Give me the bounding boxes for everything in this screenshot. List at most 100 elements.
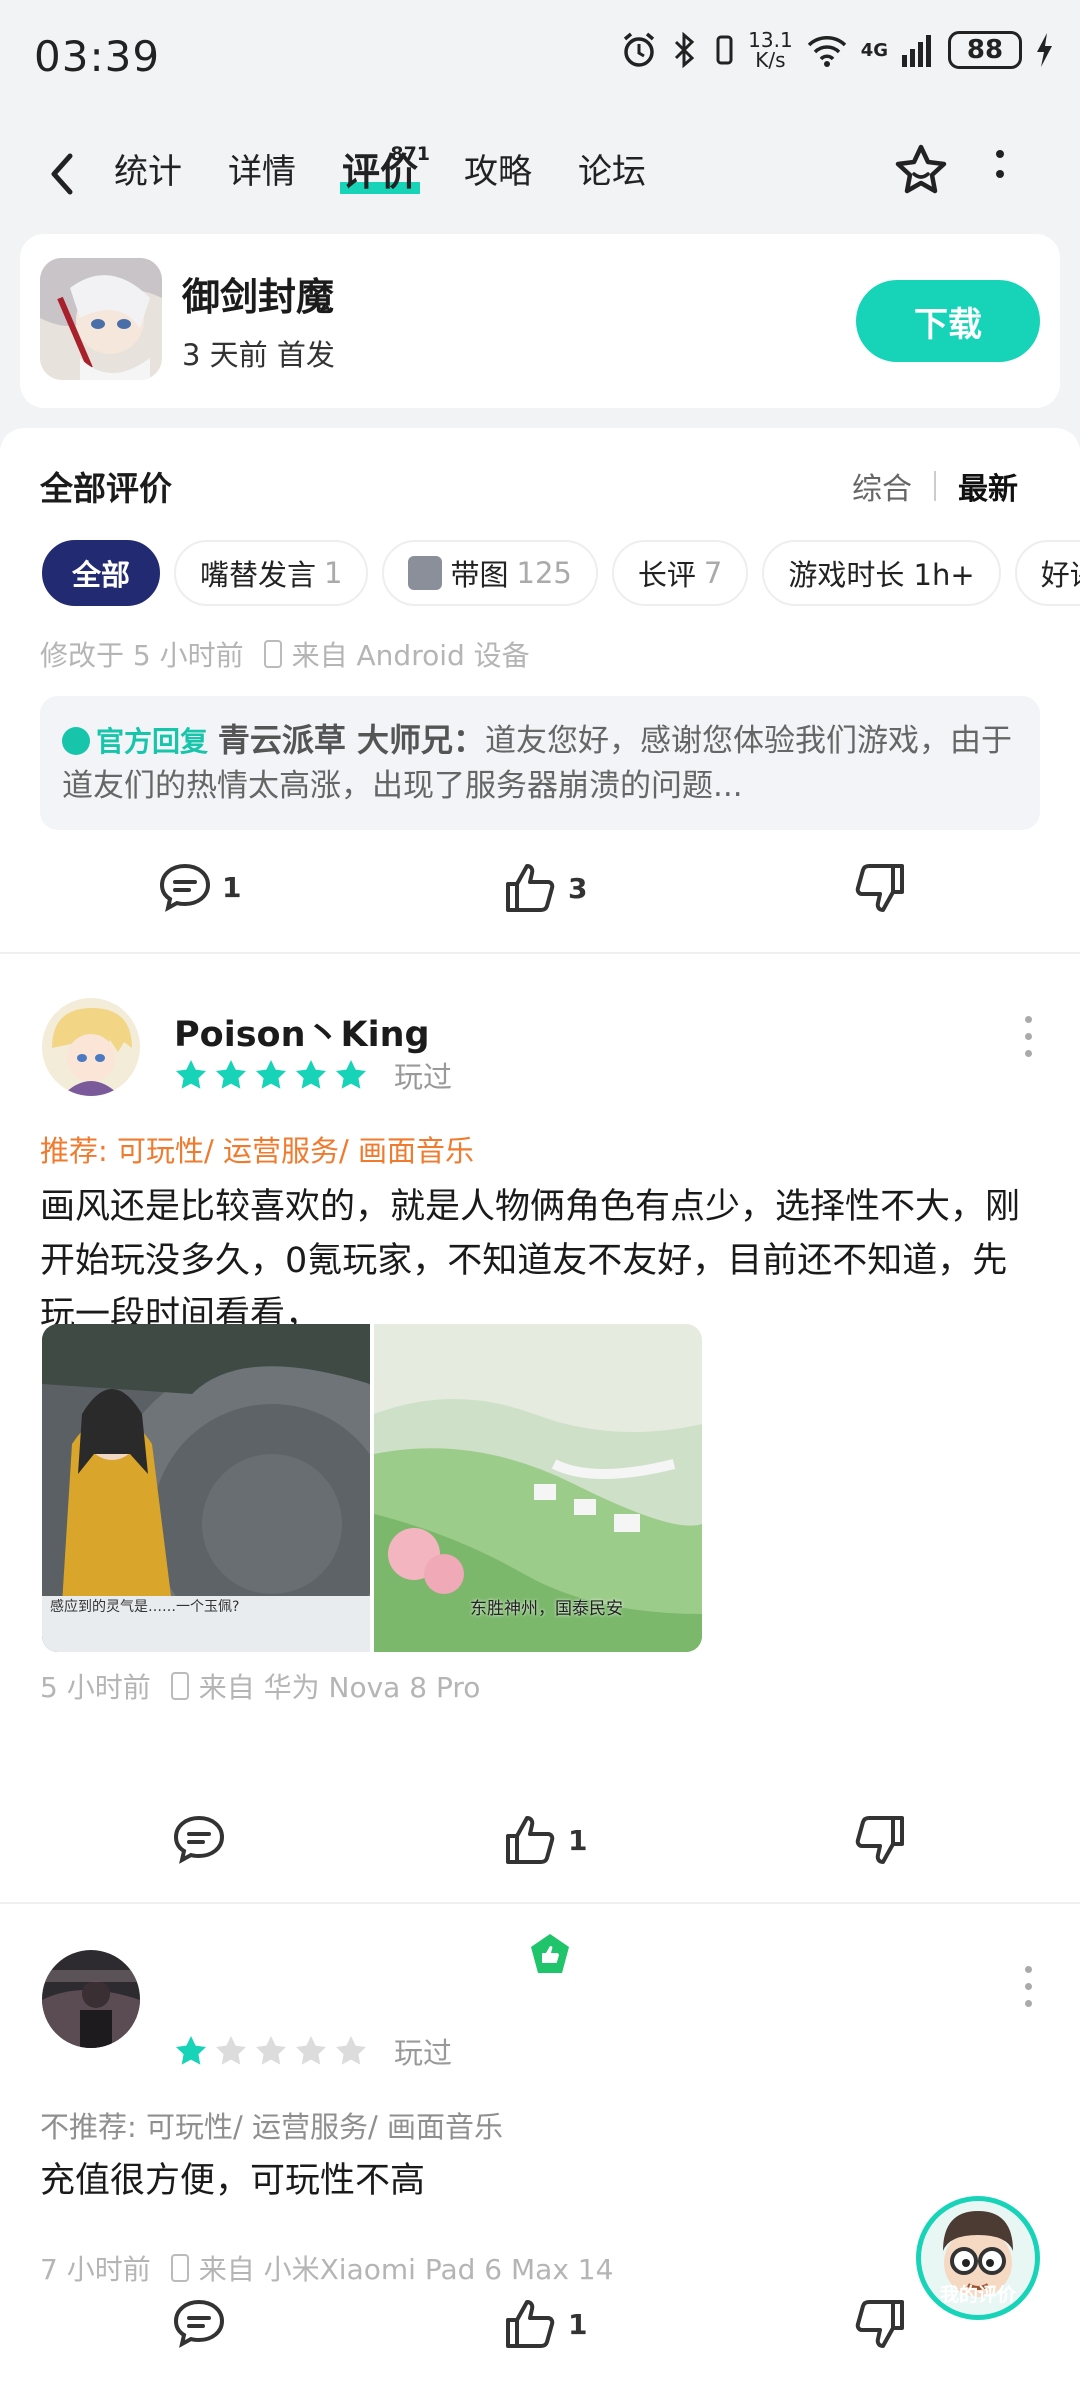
comment-icon — [173, 2299, 225, 2348]
review-images: 感应到的灵气是……一个玉佩? 东胜神州，国泰民安 — [42, 1324, 702, 1652]
dislike-button[interactable] — [852, 2298, 906, 2350]
back-arrow-icon[interactable] — [48, 152, 78, 196]
review-device: 来自 小米Xiaomi Pad 6 Max 14 — [198, 2253, 614, 2286]
star-rating: 玩过 — [174, 1054, 452, 1096]
like-button[interactable]: 1 — [504, 2298, 587, 2350]
recommended-badge-icon — [531, 1934, 569, 1973]
thumbs-down-icon — [855, 1816, 904, 1864]
sort-comprehensive[interactable]: 综合 — [852, 464, 912, 508]
review-meta: 7 小时前 来自 小米Xiaomi Pad 6 Max 14 — [40, 2248, 613, 2288]
filter-playtime[interactable]: 游戏时长 1h+ — [762, 540, 1001, 606]
device-icon — [170, 2254, 189, 2282]
filter-with-images[interactable]: 带图 125 — [382, 540, 598, 606]
review-actions: 1 — [0, 1814, 1080, 1894]
review-modified-time: 修改于 5 小时前 — [40, 639, 244, 672]
official-reply[interactable]: 官方回复 青云派草 大师兄：道友您好，感谢您体验我们游戏，由于道友们的热情太高涨… — [40, 696, 1040, 830]
thumbs-up-icon — [506, 2300, 555, 2348]
star-filled-icon — [176, 1060, 206, 1089]
sort-options: 综合 最新 — [852, 464, 1018, 508]
filter-chips: 全部 嘴替发言1 带图125 长评7 游戏时长 1h+ 好评 — [42, 540, 1080, 606]
favorite-star-icon[interactable] — [892, 142, 950, 200]
more-options-icon[interactable] — [996, 150, 1004, 178]
my-review-label: 我的评价 — [939, 2284, 1016, 2306]
device-icon — [263, 640, 282, 668]
network-type: 4G — [860, 39, 888, 61]
tab-forum[interactable]: 论坛 — [578, 148, 646, 196]
review-device: 来自 华为 Nova 8 Pro — [198, 1671, 481, 1704]
download-button[interactable]: 下载 — [856, 280, 1040, 362]
network-speed: 13.1 K/s — [748, 28, 793, 72]
sort-latest[interactable]: 最新 — [958, 464, 1018, 508]
star-empty-icon — [296, 2036, 326, 2065]
comment-button[interactable]: 1 — [158, 862, 241, 912]
sort-divider — [934, 471, 936, 501]
dislike-button[interactable] — [852, 1814, 906, 1866]
thumbs-up-icon — [506, 1816, 555, 1864]
vibrate-icon — [716, 35, 733, 65]
game-title: 御剑封魔 — [182, 275, 335, 319]
review-count-badge: 871 — [390, 143, 431, 165]
review-device: 来自 Android 设备 — [291, 639, 530, 672]
verified-icon — [62, 727, 90, 755]
filter-long-reviews[interactable]: 长评 7 — [611, 540, 749, 606]
review-time: 7 小时前 — [40, 2253, 151, 2286]
status-time: 03:39 — [34, 32, 161, 81]
image-icon — [408, 556, 443, 590]
review-actions: 1 — [0, 2298, 1080, 2378]
review-more-icon[interactable] — [1025, 1966, 1032, 2007]
comment-icon — [159, 863, 211, 912]
star-empty-icon — [256, 2036, 286, 2065]
like-button[interactable]: 3 — [504, 862, 587, 914]
device-icon — [170, 1672, 189, 1700]
filter-all[interactable]: 全部 — [42, 540, 161, 606]
review-more-icon[interactable] — [1025, 1016, 1032, 1057]
official-reply-badge: 官方回复 — [96, 725, 209, 758]
user-avatar[interactable] — [42, 1950, 140, 2048]
status-bar: 03:39 13.1 K/s 4G 88 — [0, 0, 1080, 118]
tab-guides[interactable]: 攻略 — [464, 148, 532, 196]
review-time: 5 小时前 — [40, 1671, 151, 1704]
review-actions: 1 3 — [0, 862, 1080, 942]
star-empty-icon — [336, 2036, 366, 2065]
tab-details[interactable]: 详情 — [228, 148, 296, 196]
game-icon — [40, 258, 162, 380]
reviews-panel: 全部评价 综合 最新 全部 嘴替发言 1 带图 125 长评 7 游戏时长 1h+ 好… — [0, 428, 1080, 2400]
dislike-button[interactable] — [852, 862, 906, 914]
star-filled-icon — [176, 2036, 206, 2065]
battery-level: 88 — [948, 31, 1022, 69]
played-status: 玩过 — [394, 2036, 453, 2070]
reply-author: 青云派草 大师兄： — [217, 721, 486, 759]
filter-quotable[interactable]: 嘴替发言 1 — [174, 540, 369, 606]
star-filled-icon — [296, 1060, 326, 1089]
wifi-icon — [807, 36, 846, 67]
tab-bar: 统计 详情 评价 871 攻略 论坛 — [114, 143, 646, 196]
comment-button[interactable] — [172, 1814, 226, 1864]
like-button[interactable]: 1 — [504, 1814, 587, 1866]
star-empty-icon — [216, 2036, 246, 2065]
filter-positive[interactable]: 好评 — [1014, 540, 1080, 606]
username[interactable]: Poison丶King — [174, 1006, 430, 1057]
review-image[interactable]: 东胜神州，国泰民安 — [374, 1324, 702, 1652]
review-meta: 修改于 5 小时前 来自 Android 设备 — [40, 634, 530, 674]
review-text[interactable]: 充值很方便，可玩性不高 — [40, 2154, 1040, 2208]
star-filled-icon — [216, 1060, 246, 1089]
game-card[interactable]: 御剑封魔 3 天前 首发 下载 — [20, 234, 1060, 408]
recommend-tags: 推荐: 可玩性/ 运营服务/ 画面音乐 — [40, 1134, 474, 1168]
my-review-button[interactable]: 我的评价 — [916, 2196, 1040, 2320]
star-filled-icon — [256, 1060, 286, 1089]
star-filled-icon — [336, 1060, 366, 1089]
not-recommend-tags: 不推荐: 可玩性/ 运营服务/ 画面音乐 — [40, 2110, 503, 2144]
game-release-info: 3 天前 首发 — [182, 338, 335, 372]
tab-stats[interactable]: 统计 — [114, 148, 182, 196]
top-nav: 统计 详情 评价 871 攻略 论坛 — [0, 118, 1080, 228]
image-caption: 感应到的灵气是……一个玉佩? — [50, 1599, 240, 1615]
review-image[interactable]: 感应到的灵气是……一个玉佩? — [42, 1324, 370, 1652]
reviews-title: 全部评价 — [40, 469, 172, 508]
status-icons: 13.1 K/s 4G 88 — [620, 30, 1054, 70]
comment-button[interactable] — [172, 2298, 226, 2348]
tab-reviews[interactable]: 评价 871 — [339, 143, 430, 196]
review-text[interactable]: 画风还是比较喜欢的，就是人物俩角色有点少，选择性不大，刚开始玩没多久，0氪玩家，… — [40, 1180, 1040, 1342]
user-avatar[interactable] — [42, 998, 140, 1096]
thumbs-down-icon — [855, 2300, 904, 2348]
charging-icon — [1037, 33, 1052, 67]
